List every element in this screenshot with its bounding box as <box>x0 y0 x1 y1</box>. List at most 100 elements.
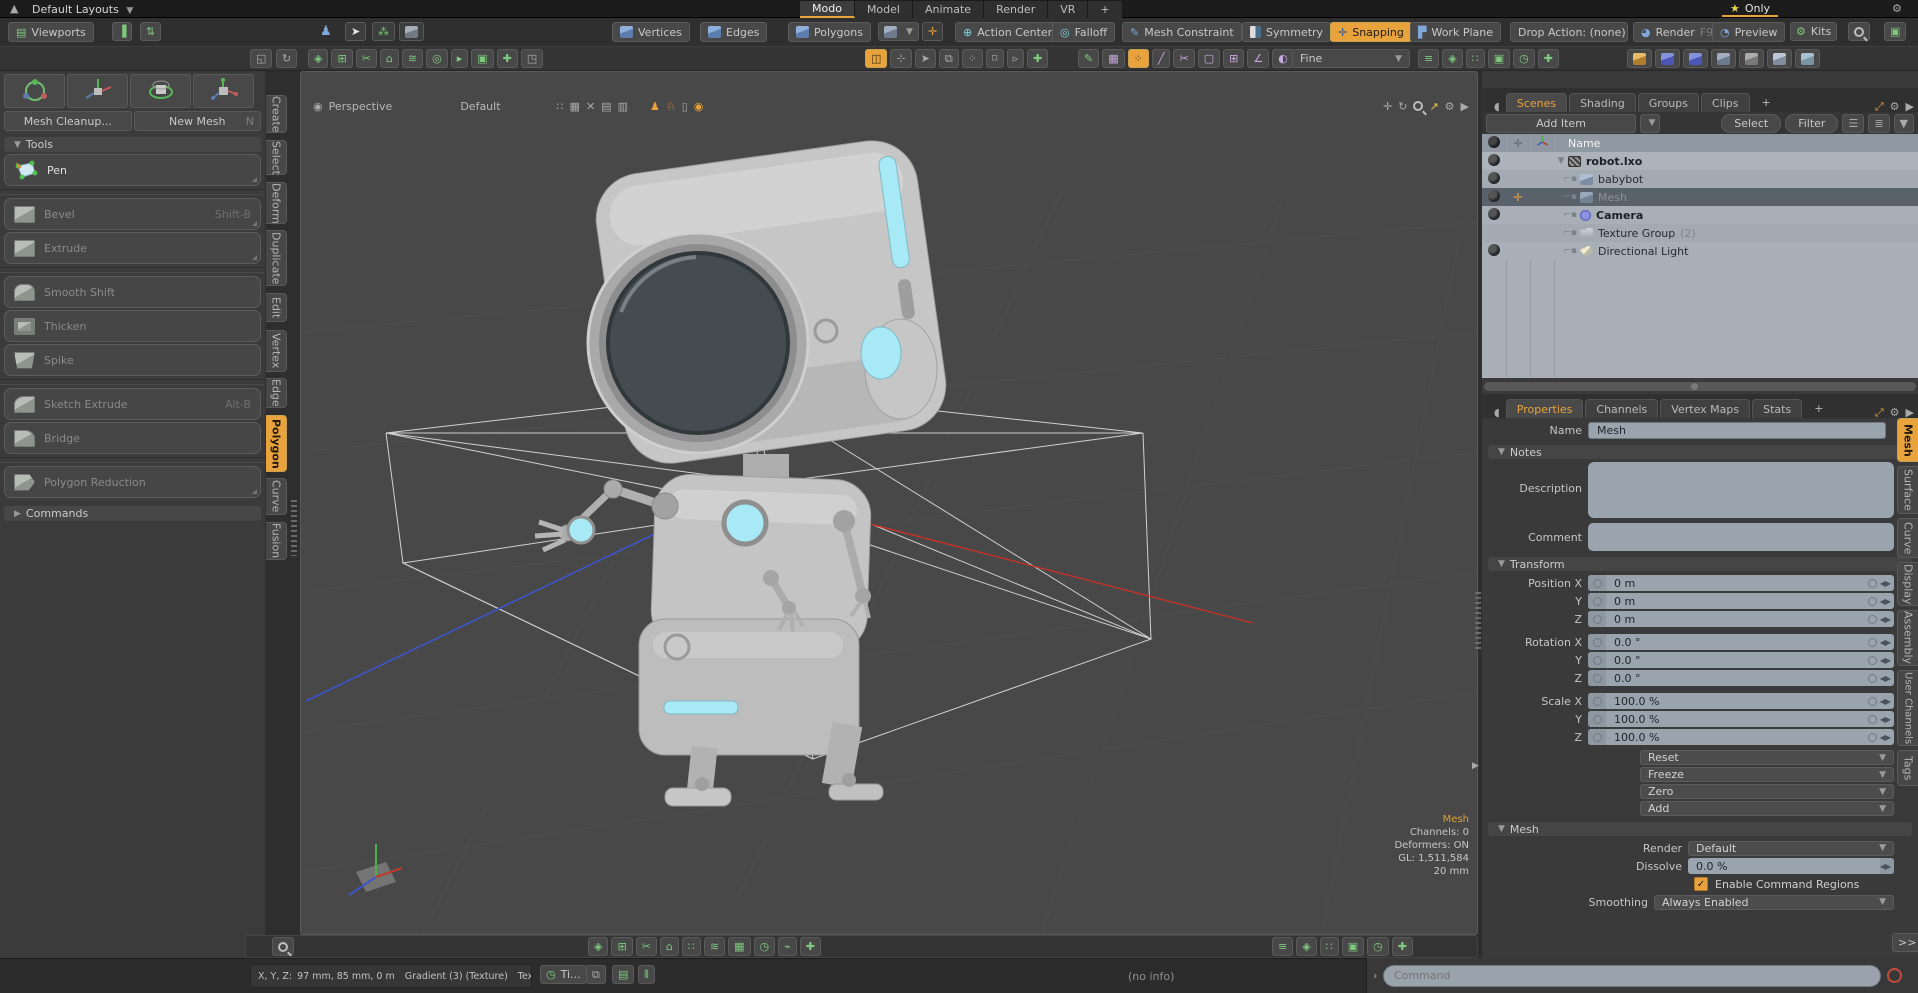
grid-snap-button[interactable]: ▦ <box>1102 49 1124 68</box>
add-view-button[interactable]: ✚ <box>1392 937 1413 956</box>
snapping-button[interactable]: ✛Snapping <box>1330 22 1412 42</box>
dots-button[interactable]: ∷ <box>1466 49 1485 68</box>
popout-tool-button[interactable]: ◳ <box>521 49 543 68</box>
undo-button[interactable]: ◱ <box>250 49 272 68</box>
copy-mode-button[interactable]: ⧉ <box>939 49 959 68</box>
cut-button[interactable]: ✂ <box>636 937 657 956</box>
snap-increment-dropdown[interactable]: Fine▼ <box>1292 49 1410 68</box>
tool-thicken[interactable]: Thicken <box>4 310 261 342</box>
basis-blue-cube-1-button[interactable] <box>1655 49 1680 68</box>
side-tab-display[interactable]: Display <box>1897 562 1918 606</box>
record-macro-icon[interactable] <box>1887 968 1902 983</box>
panel-gear-icon[interactable]: ⚙ <box>1890 407 1900 418</box>
walk-toggle-icon[interactable]: ♘ <box>666 101 676 112</box>
preset-move-gizmo-button[interactable] <box>67 74 128 108</box>
grid-preset-button[interactable]: ⊞ <box>331 49 352 68</box>
item-mode-person-icon[interactable]: ♟ <box>320 25 332 38</box>
image-button[interactable]: ▣ <box>1342 937 1364 956</box>
kits-button[interactable]: ⚙Kits <box>1790 22 1837 41</box>
monitor-button[interactable]: ▤ <box>612 965 634 984</box>
ribbon-tool-button[interactable]: ≋ <box>402 49 423 68</box>
list-item-babybot[interactable]: ⌐▪ babybot <box>1482 170 1918 188</box>
viewport-gear-icon[interactable]: ⚙ <box>1445 101 1455 112</box>
vertex-snap-button[interactable]: ⁘ <box>1128 49 1149 68</box>
active-cube-mode-button[interactable]: ◫ <box>865 49 887 68</box>
list-rows-button[interactable]: ☰ <box>1842 114 1864 133</box>
basis-gray-cube-button[interactable] <box>1739 49 1764 68</box>
item-name-input[interactable] <box>1588 422 1886 439</box>
tool-polygon-reduction[interactable]: Polygon Reduction <box>4 466 261 498</box>
dots-toggle-icon[interactable]: ∷ <box>557 101 564 112</box>
tool-smooth-shift[interactable]: Smooth Shift <box>4 276 261 308</box>
add-item-dropdown[interactable]: ▼ <box>1640 114 1660 133</box>
list-item-robot-lxo[interactable]: ▼ robot.lxo <box>1482 152 1918 170</box>
command-input[interactable] <box>1383 965 1881 987</box>
arrow-mode-button[interactable]: ➤ <box>915 49 936 68</box>
camera-mode-button[interactable]: ⌑ <box>986 49 1004 68</box>
mini-slider-icon[interactable]: ◀▶ <box>1880 697 1894 706</box>
mini-slider-icon[interactable]: ◀▶ <box>1880 579 1894 588</box>
pan-icon[interactable]: ✛ <box>1383 101 1392 112</box>
mini-slider-icon[interactable]: ◀▶ <box>1880 733 1894 742</box>
command-regions-checkbox[interactable]: ✓ <box>1694 877 1708 891</box>
visibility-eye-icon[interactable] <box>1488 244 1500 256</box>
clock-button[interactable]: ◷ <box>1513 49 1535 68</box>
tab-shading[interactable]: Shading <box>1569 93 1636 112</box>
tab-groups[interactable]: Groups <box>1638 93 1699 112</box>
dots-grid-button[interactable]: ∷ <box>1320 937 1339 956</box>
redo-button[interactable]: ↻ <box>276 49 297 68</box>
grid-plus-button[interactable]: ⊞ <box>611 937 632 956</box>
mode-tab-edge[interactable]: Edge <box>266 378 287 408</box>
scale-x-field[interactable]: 100.0 %◀▶ <box>1588 693 1894 709</box>
paint-select-button[interactable]: ⁂ <box>372 22 395 41</box>
cube-preset-button[interactable]: ◈ <box>308 49 328 68</box>
mini-slider-icon[interactable]: ◀▶ <box>1880 615 1894 624</box>
mode-tab-create[interactable]: Create <box>266 95 287 133</box>
rotation-x-field[interactable]: 0.0 °◀▶ <box>1588 634 1894 650</box>
tab-add-button[interactable]: + <box>1088 1 1122 18</box>
edges-mode-button[interactable]: Edges <box>700 22 767 42</box>
tab-channels[interactable]: Channels <box>1585 399 1658 418</box>
pipes-button[interactable]: ⦀ <box>638 965 655 984</box>
thumbnail-view-button[interactable]: ▣ <box>1884 22 1906 41</box>
add-mode-button[interactable]: ✚ <box>1027 49 1048 68</box>
list-scrollbar[interactable] <box>1482 378 1918 394</box>
cols-toggle-icon[interactable]: ▥ <box>618 101 628 112</box>
viewports-button[interactable]: ▤Viewports <box>8 22 94 42</box>
tool-spike[interactable]: Spike <box>4 344 261 376</box>
side-tab-assembly[interactable]: Assembly <box>1897 610 1918 666</box>
preset-browser-button[interactable] <box>272 937 294 956</box>
dots-button[interactable]: ∷ <box>682 937 701 956</box>
add-option-button[interactable]: ✚ <box>1538 49 1559 68</box>
radial-tool-button[interactable]: ◎ <box>426 49 448 68</box>
comment-field[interactable] <box>1588 523 1894 551</box>
search-commands-button[interactable] <box>1848 22 1870 41</box>
only-toggle[interactable]: ★Only <box>1722 1 1778 17</box>
add-tool-button[interactable]: ✚ <box>497 49 518 68</box>
clock-button[interactable]: ◷ <box>1367 937 1389 956</box>
layers-button[interactable]: ◈ <box>1442 49 1462 68</box>
rows-toggle-icon[interactable]: ▤ <box>601 101 611 112</box>
mode-tab-fusion[interactable]: Fusion <box>266 522 287 560</box>
preset-axis-gizmo-button[interactable] <box>193 74 254 108</box>
mesh-constraint-button[interactable]: ✎Mesh Constraint <box>1122 22 1242 42</box>
tab-modo[interactable]: Modo <box>800 1 855 18</box>
center-pivot-button[interactable]: ✛ <box>922 22 943 41</box>
tab-properties[interactable]: Properties <box>1506 399 1584 418</box>
select-button[interactable]: Select <box>1721 114 1781 133</box>
menu-lines-button[interactable]: ≡ <box>1418 49 1439 68</box>
dissolve-field[interactable]: 0.0 %◀▶ <box>1688 858 1894 874</box>
more-properties-button[interactable]: >> <box>1892 933 1918 952</box>
basis-orange-cube-button[interactable] <box>1627 49 1652 68</box>
viewport-camera-label[interactable]: Perspective <box>329 100 393 113</box>
tab-model[interactable]: Model <box>855 1 913 18</box>
rotation-z-field[interactable]: 0.0 °◀▶ <box>1588 670 1894 686</box>
zero-button[interactable]: Zero▼ <box>1640 784 1894 799</box>
layers-button[interactable]: ◈ <box>1296 937 1316 956</box>
list-item-camera[interactable]: ⌐▪ Camera <box>1482 206 1918 224</box>
region-tool-button[interactable]: ▣ <box>471 49 493 68</box>
tools-section-header[interactable]: ▼Tools <box>4 137 261 152</box>
face-snap-button[interactable]: ▢ <box>1198 49 1220 68</box>
basis-blue-cube-2-button[interactable] <box>1683 49 1708 68</box>
box-toggle-icon[interactable]: ▯ <box>682 101 688 112</box>
